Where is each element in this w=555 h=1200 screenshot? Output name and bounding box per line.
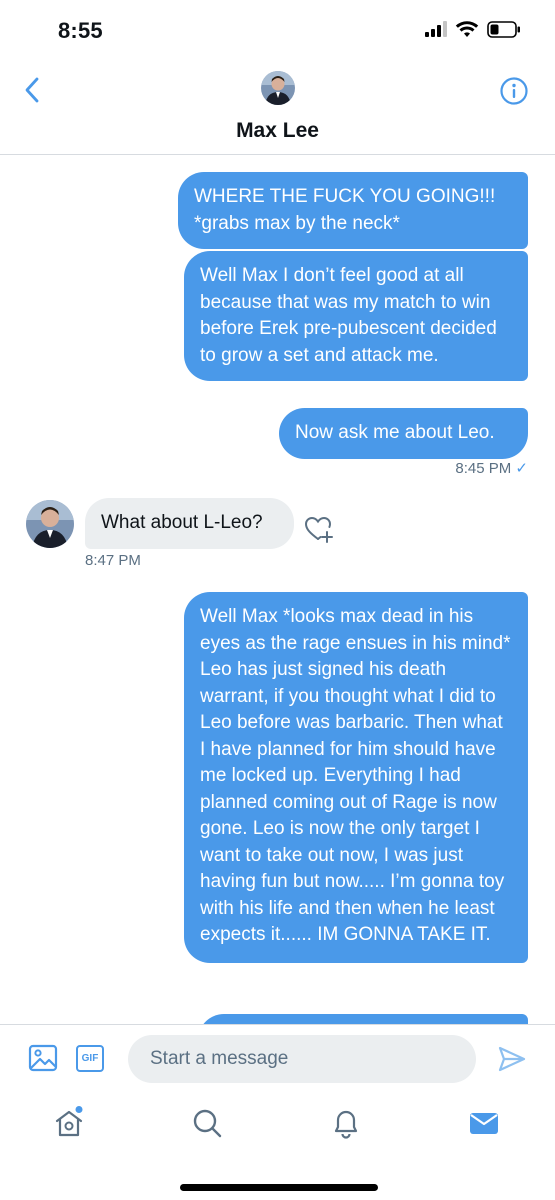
image-icon[interactable] xyxy=(28,1043,58,1073)
page-title: Max Lee xyxy=(236,119,319,142)
read-check-icon: ✓ xyxy=(515,460,528,477)
info-icon[interactable] xyxy=(499,76,529,106)
message-timestamp: 8:45 PM ✓ xyxy=(430,459,528,477)
battery-icon xyxy=(487,20,520,38)
notifications-icon[interactable] xyxy=(329,1106,363,1140)
message-bubble[interactable]: Well Max *looks max dead in his eyes as … xyxy=(184,592,528,963)
chevron-left-icon[interactable] xyxy=(18,74,48,106)
message-composer: GIF xyxy=(0,1024,555,1094)
message-input[interactable] xyxy=(128,1035,476,1083)
message-bubble[interactable]: What about L-Leo? xyxy=(85,498,294,549)
status-icons xyxy=(425,20,521,38)
conversation-header: Max Lee xyxy=(0,60,555,155)
messages-icon[interactable] xyxy=(467,1106,501,1140)
search-icon[interactable] xyxy=(190,1106,224,1140)
cellular-signal-icon xyxy=(425,21,447,37)
avatar[interactable] xyxy=(26,500,74,548)
status-bar: 8:55 xyxy=(0,0,555,60)
message-list: WHERE THE FUCK YOU GOING!!! *grabs max b… xyxy=(0,156,555,1024)
message-bubble[interactable]: WHERE THE FUCK YOU GOING!!! *grabs max b… xyxy=(178,172,528,249)
message-timestamp: 8:47 PM xyxy=(85,552,141,569)
avatar[interactable] xyxy=(261,71,295,105)
timestamp-text: 8:45 PM xyxy=(455,460,512,477)
message-bubble[interactable]: Well Max I don’t feel good at all becaus… xyxy=(184,251,528,381)
heart-plus-icon[interactable] xyxy=(303,514,335,546)
wifi-icon xyxy=(455,21,479,37)
tab-bar xyxy=(0,1094,555,1200)
gif-button[interactable]: GIF xyxy=(76,1045,104,1072)
send-icon[interactable] xyxy=(497,1044,527,1074)
home-icon[interactable] xyxy=(52,1106,86,1140)
message-bubble[interactable]: Now ask me about Leo. xyxy=(279,408,528,459)
status-time: 8:55 xyxy=(58,18,103,43)
message-bubble[interactable] xyxy=(198,1014,528,1024)
home-indicator xyxy=(180,1184,378,1191)
